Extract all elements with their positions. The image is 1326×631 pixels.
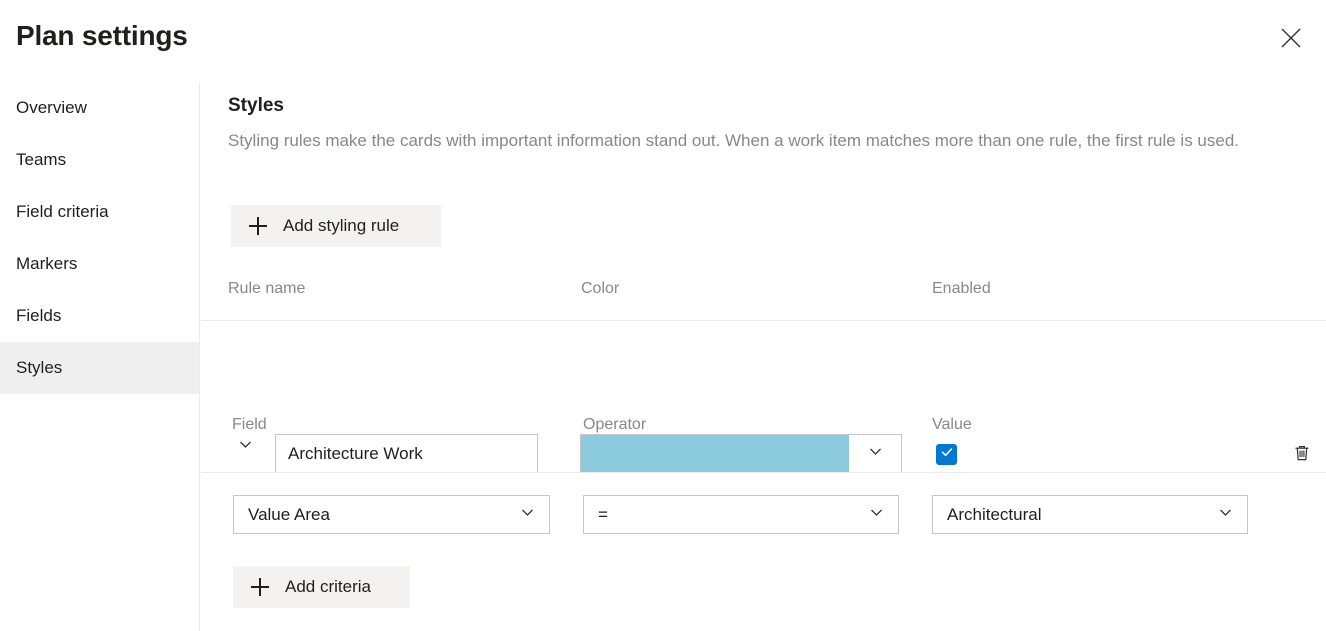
sidebar-item-overview[interactable]: Overview — [0, 82, 199, 134]
plus-icon — [251, 578, 269, 596]
close-button[interactable] — [1273, 21, 1309, 57]
column-header-field: Field — [232, 416, 267, 434]
add-styling-rule-label: Add styling rule — [283, 216, 399, 236]
criteria-operator-dropdown[interactable]: = — [583, 495, 899, 534]
chevron-down-icon — [519, 504, 536, 526]
sidebar-item-label: Styles — [16, 358, 62, 378]
column-header-color: Color — [581, 280, 619, 298]
sidebar-item-label: Fields — [16, 306, 61, 326]
column-header-rule-name: Rule name — [228, 280, 305, 298]
sidebar-item-teams[interactable]: Teams — [0, 134, 199, 186]
column-header-value: Value — [932, 416, 972, 434]
plan-settings-panel: Plan settings Overview Teams Field crite… — [0, 0, 1326, 631]
settings-sidebar: Overview Teams Field criteria Markers Fi… — [0, 82, 200, 631]
criteria-column-headers: Field Operator Value — [201, 416, 1326, 446]
criteria-field-dropdown[interactable]: Value Area — [233, 495, 550, 534]
add-styling-rule-button[interactable]: Add styling rule — [231, 205, 441, 247]
sidebar-item-markers[interactable]: Markers — [0, 238, 199, 290]
sidebar-item-label: Markers — [16, 254, 77, 274]
criteria-value-value: Architectural — [947, 505, 1041, 525]
add-criteria-label: Add criteria — [285, 577, 371, 597]
section-title: Styles — [228, 95, 284, 117]
page-title: Plan settings — [16, 16, 188, 56]
criteria-field-value: Value Area — [248, 505, 330, 525]
close-icon — [1280, 27, 1302, 52]
divider — [201, 472, 1326, 473]
sidebar-item-label: Overview — [16, 98, 87, 118]
chevron-down-icon — [868, 504, 885, 526]
styles-content: Styles Styling rules make the cards with… — [201, 82, 1326, 631]
sidebar-item-fields[interactable]: Fields — [0, 290, 199, 342]
column-header-operator: Operator — [583, 416, 646, 434]
section-description: Styling rules make the cards with import… — [228, 128, 1308, 154]
sidebar-item-label: Field criteria — [16, 202, 109, 222]
add-criteria-button[interactable]: Add criteria — [233, 566, 410, 608]
sidebar-item-styles[interactable]: Styles — [0, 342, 199, 394]
styling-rule-row — [201, 321, 1326, 472]
checkmark-icon — [940, 445, 954, 464]
plus-icon — [249, 217, 267, 235]
sidebar-item-label: Teams — [16, 150, 66, 170]
column-header-enabled: Enabled — [932, 280, 991, 298]
criteria-value-dropdown[interactable]: Architectural — [932, 495, 1248, 534]
rule-column-headers: Rule name Color Enabled — [201, 280, 1326, 320]
chevron-down-icon — [1217, 504, 1234, 526]
panel-header: Plan settings — [0, 0, 1326, 82]
criteria-operator-value: = — [598, 505, 608, 525]
rule-enabled-checkbox[interactable] — [936, 444, 957, 465]
sidebar-item-field-criteria[interactable]: Field criteria — [0, 186, 199, 238]
